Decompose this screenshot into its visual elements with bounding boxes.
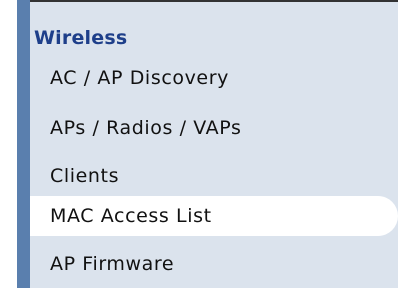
section-header-wireless: Wireless	[34, 27, 128, 49]
sidebar-item-clients[interactable]: Clients	[30, 156, 398, 196]
sidebar-item-mac-access-list[interactable]: MAC Access List	[30, 196, 398, 236]
navigation-frame: Wireless AC / AP Discovery APs / Radios …	[0, 0, 398, 288]
sidebar-item-label: AP Firmware	[50, 253, 175, 275]
sidebar-item-aps-radios-vaps[interactable]: APs / Radios / VAPs	[30, 108, 398, 148]
top-border	[18, 0, 398, 11]
sidebar-item-label: APs / Radios / VAPs	[50, 117, 242, 139]
left-accent-bar	[17, 0, 30, 288]
sidebar-item-label: AC / AP Discovery	[50, 67, 229, 89]
sidebar-item-ac-ap-discovery[interactable]: AC / AP Discovery	[30, 58, 398, 98]
sidebar-item-label: Clients	[50, 165, 120, 187]
sidebar-item-ap-firmware[interactable]: AP Firmware	[30, 244, 398, 284]
sidebar-item-label: MAC Access List	[50, 205, 212, 227]
